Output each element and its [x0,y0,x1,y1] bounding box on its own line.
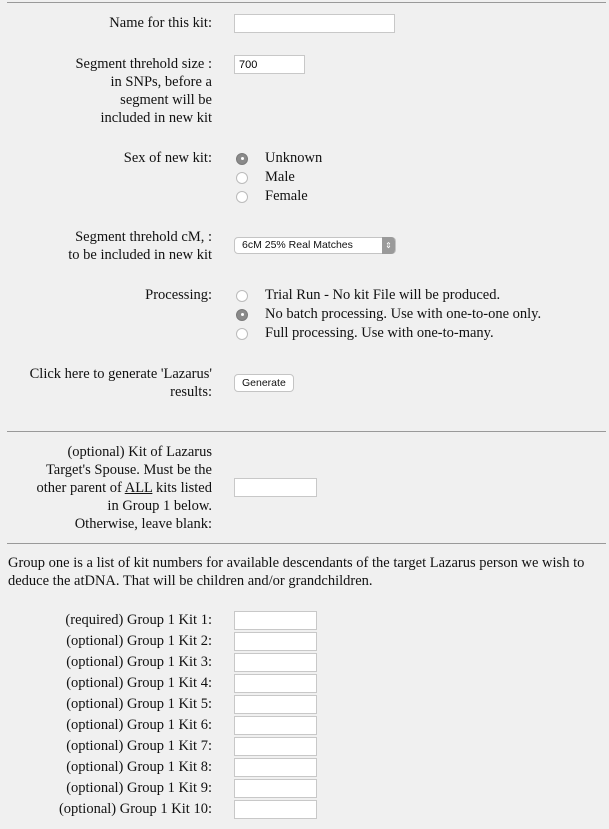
radio-selected-icon[interactable] [236,152,248,165]
group1-kit-label: (optional) Group 1 Kit 5: [66,696,212,712]
group1-kit-label: (optional) Group 1 Kit 6: [66,717,212,733]
sex-option-unknown[interactable]: Unknown [236,149,322,168]
group1-kit-3-input[interactable] [234,653,317,672]
sex-radio-group: Unknown Male Female [236,149,322,206]
group1-kit-2-input[interactable] [234,632,317,651]
kit-name-input[interactable] [234,14,395,33]
group1-kit-1-input[interactable] [234,611,317,630]
sex-label: Sex of new kit: [123,150,212,166]
group1-kit-label: (optional) Group 1 Kit 10: [58,801,212,817]
section-divider [7,543,606,544]
generate-button[interactable]: Generate [234,374,294,392]
segment-cm-row: Segment threhold cM, : to be included in… [0,228,609,263]
kit-name-label: Name for this kit: [109,15,212,31]
segment-snps-label: Segment threhold size : in SNPs, before … [75,56,212,126]
group1-kit-label: (optional) Group 1 Kit 4: [66,675,212,691]
segment-snps-input[interactable] [234,55,305,74]
group1-kit-label: (optional) Group 1 Kit 2: [66,633,212,649]
group1-kit-5-input[interactable] [234,695,317,714]
group1-kit-label: (optional) Group 1 Kit 7: [66,738,212,754]
group1-kit-8-input[interactable] [234,758,317,777]
segment-cm-select[interactable]: 6cM 25% Real Matches ⇕ [234,237,396,254]
group1-kit-label: (optional) Group 1 Kit 3: [66,654,212,670]
sex-option-female[interactable]: Female [236,187,322,206]
processing-option-no-batch[interactable]: No batch processing. Use with one-to-one… [236,305,541,324]
spouse-kit-input[interactable] [234,478,317,497]
processing-option-full[interactable]: Full processing. Use with one-to-many. [236,324,541,343]
processing-radio-group: Trial Run - No kit File will be produced… [236,286,541,343]
radio-unselected-icon[interactable] [236,327,248,340]
updown-chevron-icon: ⇕ [382,237,395,254]
group1-kit-10-input[interactable] [234,800,317,819]
group1-kit-6-input[interactable] [234,716,317,735]
radio-unselected-icon[interactable] [236,190,248,203]
radio-selected-icon[interactable] [236,308,248,321]
group1-kit-label: (optional) Group 1 Kit 9: [66,780,212,796]
radio-unselected-icon[interactable] [236,171,248,184]
group1-kit-7-input[interactable] [234,737,317,756]
spouse-label: (optional) Kit of Lazarus Target's Spous… [36,444,212,532]
group1-kit-4-input[interactable] [234,674,317,693]
generate-label: Click here to generate 'Lazarus' results… [29,366,212,400]
radio-unselected-icon[interactable] [236,289,248,302]
group1-description: Group one is a list of kit numbers for a… [8,555,585,589]
segment-cm-label: Segment threhold cM, : to be included in… [68,229,212,263]
processing-label: Processing: [145,287,212,303]
processing-option-trial-run[interactable]: Trial Run - No kit File will be produced… [236,286,541,305]
section-divider [7,431,606,432]
sex-option-male[interactable]: Male [236,168,322,187]
group1-kit-label: (required) Group 1 Kit 1: [65,612,212,628]
emphasis-all: ALL [124,480,153,496]
group1-kit-9-input[interactable] [234,779,317,798]
group1-kit-label: (optional) Group 1 Kit 8: [66,759,212,775]
top-divider [7,2,606,3]
